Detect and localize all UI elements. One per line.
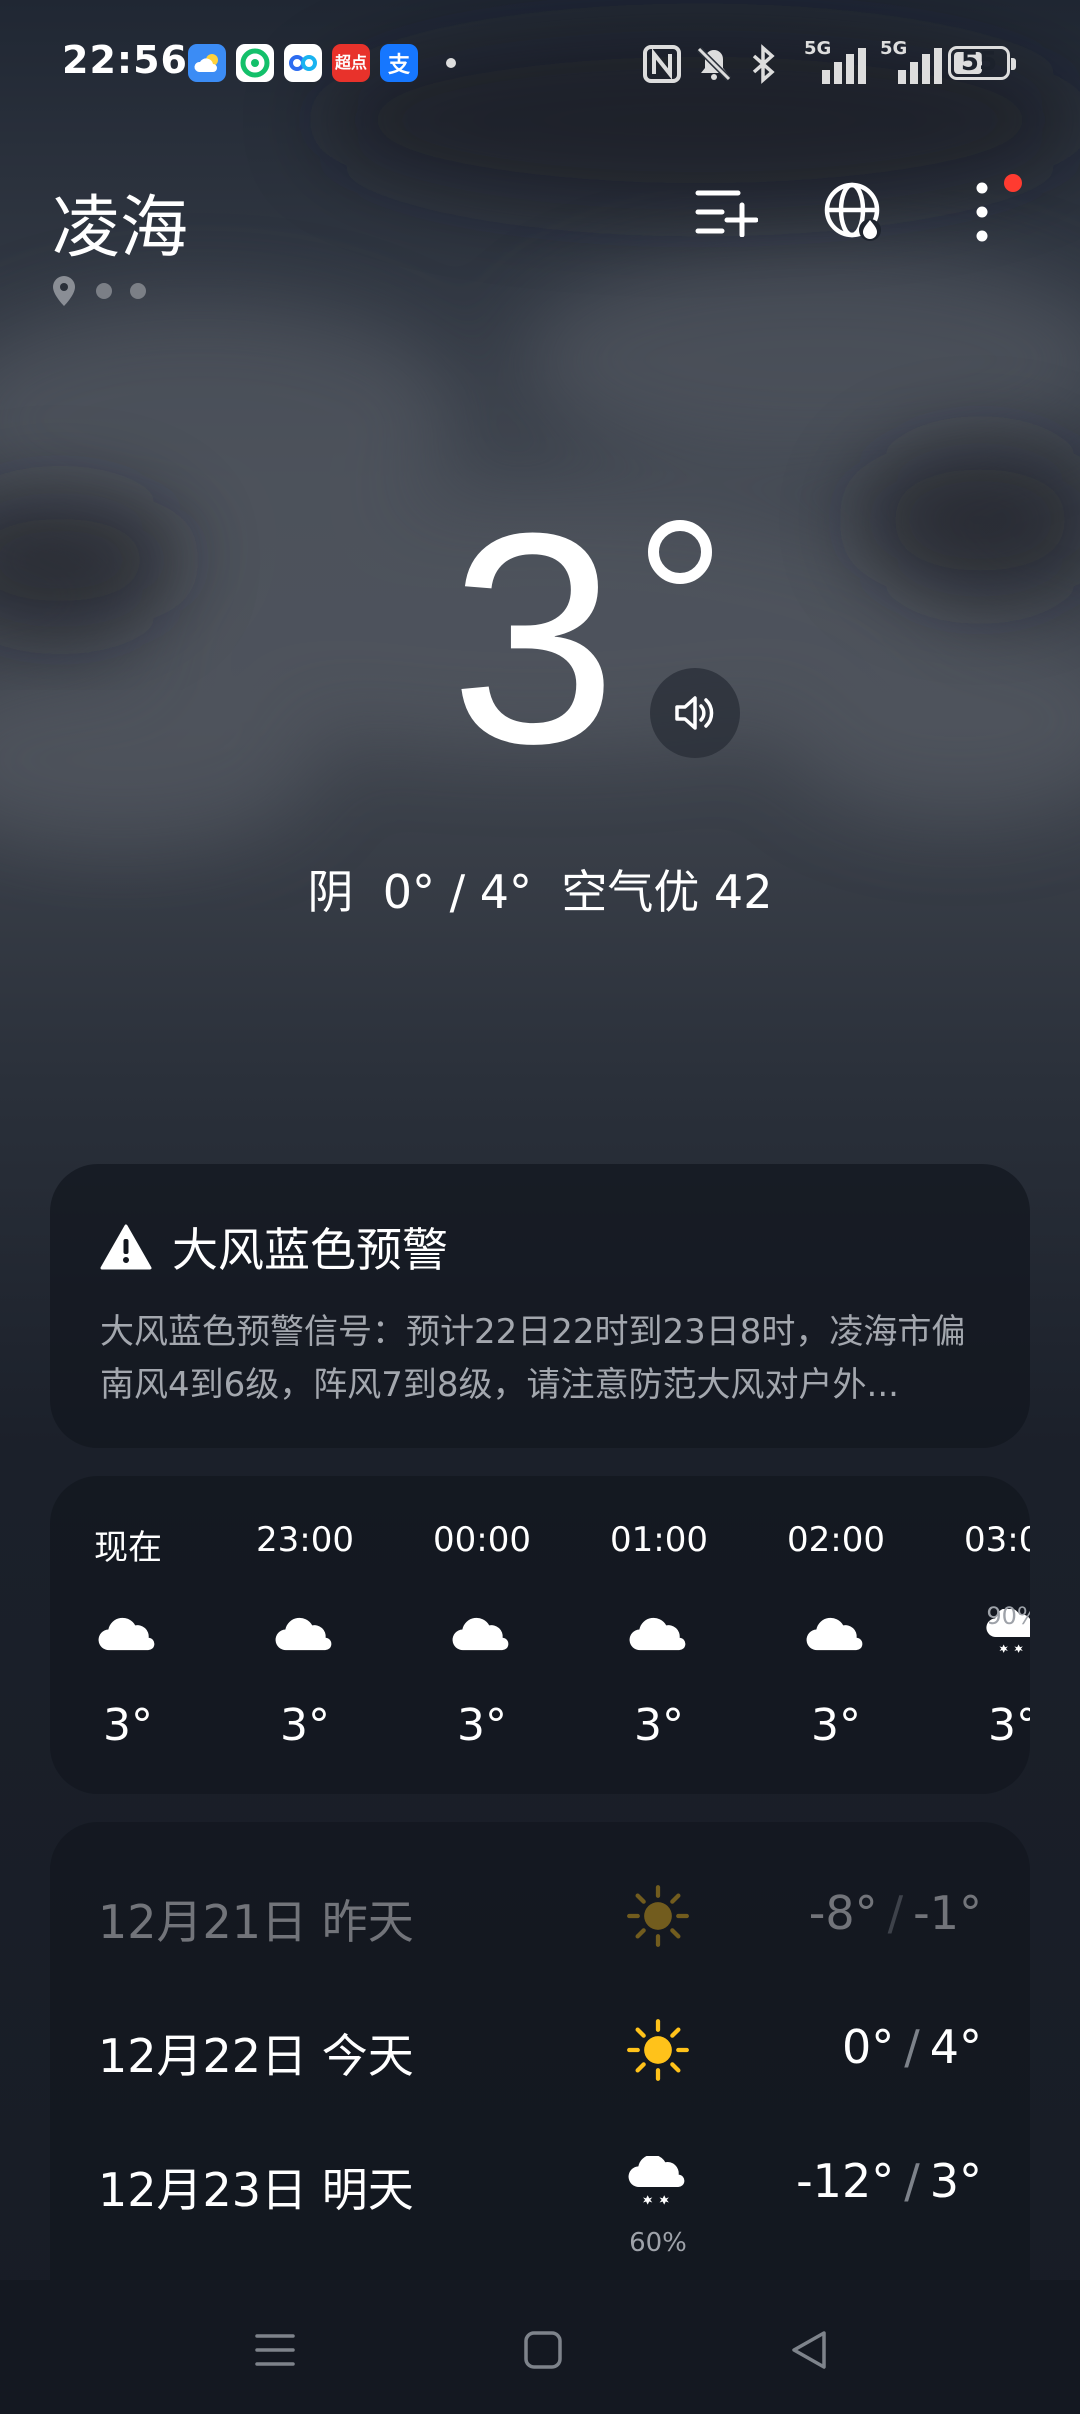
day-temp-range: -12°/3° <box>796 2154 982 2208</box>
snow-icon <box>628 2156 685 2205</box>
bluetooth-icon <box>752 44 775 84</box>
hourly-forecast[interactable]: 现在 3° 23:00 3° 00:00 3° 01:00 3° 02:00 3° 03:… <box>50 1476 1030 1794</box>
nav-menu-button[interactable] <box>240 2320 310 2380</box>
cloud-icon <box>806 1618 863 1651</box>
sun-icon <box>627 1885 689 1947</box>
cloud-app-icon <box>284 44 322 82</box>
degree-symbol <box>648 520 712 584</box>
hour-temp: 3° <box>103 1700 153 1751</box>
hour-time: 现在 <box>94 1528 162 1568</box>
page-dot <box>130 283 146 299</box>
cloud-icon <box>98 1618 155 1651</box>
alipay-icon: 支 <box>380 44 418 82</box>
day-low: -12° <box>796 2154 895 2208</box>
city-page-indicator <box>50 274 146 308</box>
more-notifications-dot <box>446 58 456 68</box>
daily-row[interactable]: 12月22日 今天 0°/4° <box>98 2010 982 2090</box>
hour-weather-icon <box>579 1602 739 1666</box>
globe-button[interactable] <box>814 172 894 252</box>
cloud-icon <box>629 1618 686 1651</box>
add-city-icon <box>695 190 758 237</box>
hour-weather-icon <box>402 1602 562 1666</box>
current-temperature: 3 <box>450 470 617 806</box>
nfc-icon <box>643 45 681 83</box>
status-time: 22:56 <box>62 38 188 82</box>
hourly-item[interactable]: 02:00 3° <box>756 1520 916 1751</box>
home-icon <box>524 2331 562 2369</box>
cloud-icon <box>452 1618 509 1651</box>
mute-icon <box>696 46 732 82</box>
location-pin-icon <box>53 276 75 306</box>
globe-icon <box>824 182 881 241</box>
day-temp-range: 0°/4° <box>841 2020 982 2074</box>
battery-icon: 55 <box>948 46 1016 80</box>
weather-app-icon <box>188 44 226 82</box>
more-icon <box>976 182 988 242</box>
day-low: 0° <box>841 2020 895 2074</box>
warning-icon <box>100 1224 152 1270</box>
alert-description: 大风蓝色预警信号：预计22日22时到23日8时，凌海市偏南风4到6级，阵风7到8… <box>100 1312 966 1405</box>
back-icon <box>792 2331 826 2369</box>
hourly-item[interactable]: 00:00 3° <box>402 1520 562 1751</box>
hour-temp: 3° <box>634 1700 684 1751</box>
alert-title: 大风蓝色预警 <box>172 1223 448 1277</box>
condition-text: 阴 <box>307 865 354 919</box>
hourly-item[interactable]: 现在 3° <box>50 1520 208 1751</box>
alert-header: 大风蓝色预警 <box>100 1214 978 1280</box>
notification-badge <box>1004 174 1022 192</box>
temp-range: 0° / 4° <box>382 865 533 919</box>
daily-forecast[interactable]: 12月21日 昨天 -8° / -1° 12月22日 今天 0°/4° 12月23日 明… <box>50 1822 1030 2282</box>
day-date: 12月23日 明天 <box>98 2163 414 2217</box>
weather-alert-card[interactable]: 大风蓝色预警 大风蓝色预警信号：预计22日22时到23日8时，凌海市偏南风4到6… <box>50 1164 1030 1448</box>
day-date: 12月22日 今天 <box>98 2029 414 2083</box>
hourly-item[interactable]: 23:00 3° <box>225 1520 385 1751</box>
day-weather-icon <box>618 2010 698 2090</box>
hour-temp: 3° <box>457 1700 507 1751</box>
daily-row[interactable]: 12月23日 明天 60% -12°/3° <box>98 2144 982 2258</box>
status-bar: 22:56 超点 支 5G 5G 55 <box>0 0 1080 130</box>
nav-home-button[interactable] <box>508 2320 578 2380</box>
sun-icon <box>627 2019 689 2081</box>
news-app-icon: 超点 <box>332 44 370 82</box>
day-temp-range: -8° / -1° <box>808 1886 982 1940</box>
hour-time: 00:00 <box>433 1520 531 1560</box>
hourly-item[interactable]: 03:00 90% 3° <box>933 1520 1030 1751</box>
hour-time: 03:00 <box>964 1520 1030 1560</box>
day-date: 12月21日 昨天 <box>98 1895 414 1949</box>
battery-percentage: 55 <box>960 47 998 77</box>
hour-weather-icon <box>225 1602 385 1666</box>
signal-2: 5G <box>876 38 946 86</box>
hour-time: 01:00 <box>610 1520 708 1560</box>
hour-temp: 3° <box>811 1700 861 1751</box>
day-weather-icon <box>618 1876 698 1956</box>
hour-temp: 3° <box>988 1700 1030 1751</box>
voice-broadcast-button[interactable] <box>650 668 740 758</box>
add-city-button[interactable] <box>686 172 766 252</box>
day-high: 3° <box>929 2154 982 2208</box>
chat-app-icon <box>236 44 274 82</box>
precip-chance: 90% <box>986 1602 1030 1630</box>
daily-row[interactable]: 12月21日 昨天 -8° / -1° <box>98 1876 982 1956</box>
hour-temp: 3° <box>280 1700 330 1751</box>
city-name[interactable]: 凌海 <box>52 172 188 271</box>
air-quality[interactable]: 空气优 42 <box>561 865 772 919</box>
day-high: 4° <box>929 2020 982 2074</box>
day-high: -1° <box>913 1886 982 1940</box>
page-dot <box>96 283 112 299</box>
hour-weather-icon <box>756 1602 916 1666</box>
hour-weather-icon <box>50 1602 208 1666</box>
hour-time: 23:00 <box>256 1520 354 1560</box>
hourly-item[interactable]: 01:00 3° <box>579 1520 739 1751</box>
nav-back-button[interactable] <box>774 2320 844 2380</box>
cloud-icon <box>275 1618 332 1651</box>
day-weather-icon <box>618 2144 698 2224</box>
navigation-bar <box>0 2280 1080 2414</box>
condition-summary: 阴 0° / 4° 空气优 42 <box>0 856 1080 922</box>
signal-1: 5G <box>800 38 870 86</box>
day-low: -8° <box>808 1886 878 1940</box>
precip-chance: 60% <box>629 2228 687 2258</box>
hour-time: 02:00 <box>787 1520 885 1560</box>
menu-icon <box>255 2334 295 2366</box>
speaker-icon <box>675 696 714 730</box>
